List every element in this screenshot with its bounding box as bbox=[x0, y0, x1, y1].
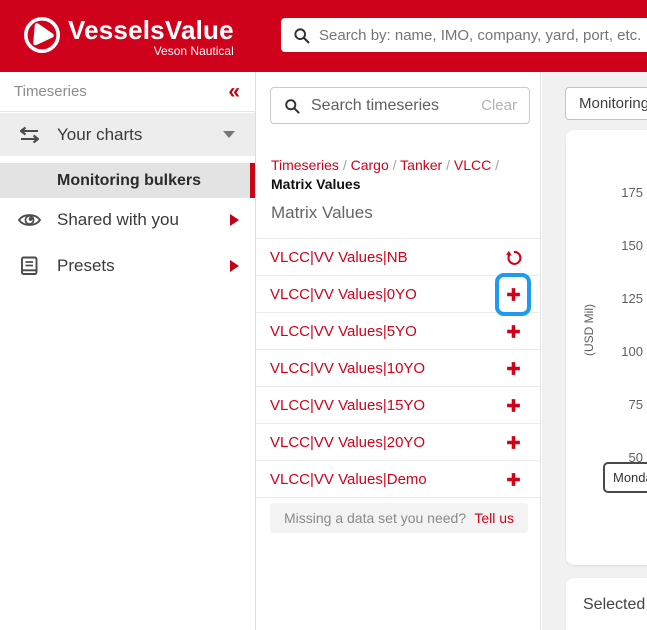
timeseries-browser-panel: Clear Timeseries / Cargo / Tanker / VLCC… bbox=[256, 72, 541, 630]
plus-icon bbox=[506, 472, 520, 486]
timeseries-row: VLCC|VV Values|15YO bbox=[256, 387, 540, 424]
chart-panel: Monitoring bulkers 175 150 125 100 75 50… bbox=[542, 72, 647, 630]
vesselsvalue-logo-icon bbox=[22, 15, 62, 55]
add-timeseries-button-highlighted[interactable] bbox=[495, 272, 531, 316]
highlight-box bbox=[495, 272, 531, 316]
missing-dataset-banner: Missing a data set you need? Tell us bbox=[270, 503, 528, 533]
swap-arrows-icon bbox=[16, 123, 42, 147]
y-axis-tick: 125 bbox=[621, 291, 643, 306]
sidebar-title: Timeseries bbox=[14, 83, 87, 100]
app-header: VesselsValue Veson Nautical bbox=[0, 0, 647, 72]
sidebar-item-label: Your charts bbox=[57, 124, 143, 144]
breadcrumb-separator: / bbox=[446, 157, 450, 173]
global-search-input[interactable] bbox=[319, 26, 647, 44]
breadcrumb: Timeseries / Cargo / Tanker / VLCC / Mat… bbox=[271, 156, 526, 194]
collapse-sidebar-icon[interactable]: « bbox=[228, 81, 240, 102]
add-timeseries-button[interactable] bbox=[496, 471, 530, 488]
y-axis-tick: 100 bbox=[621, 344, 643, 359]
breadcrumb-link-timeseries[interactable]: Timeseries bbox=[271, 157, 339, 173]
sidebar-item-label: Monitoring bulkers bbox=[57, 171, 201, 189]
missing-dataset-prompt: Missing a data set you need? bbox=[284, 510, 467, 526]
timeseries-row: VLCC|VV Values|20YO bbox=[256, 424, 540, 461]
breadcrumb-separator: / bbox=[342, 157, 347, 173]
timeseries-link[interactable]: VLCC|VV Values|20YO bbox=[270, 434, 496, 451]
chevron-right-icon bbox=[230, 260, 239, 272]
y-axis-tick: 75 bbox=[628, 397, 643, 412]
timeseries-row: VLCC|VV Values|0YO bbox=[256, 272, 540, 316]
sidebar-item-shared-with-you[interactable]: Shared with you bbox=[0, 198, 255, 242]
timeseries-row: VLCC|VV Values|5YO bbox=[256, 313, 540, 350]
search-icon bbox=[283, 97, 301, 115]
plus-icon bbox=[506, 398, 520, 412]
chart-tooltip: Monday bbox=[603, 462, 647, 493]
clear-search-button[interactable]: Clear bbox=[481, 97, 517, 114]
timeseries-row: VLCC|VV Values|NB bbox=[256, 239, 540, 276]
selected-timeseries-card: Selected timeseries bbox=[566, 578, 647, 630]
sidebar-item-monitoring-bulkers[interactable]: Monitoring bulkers bbox=[0, 163, 255, 198]
brand-name: VesselsValue bbox=[68, 15, 234, 45]
timeseries-link[interactable]: VLCC|VV Values|0YO bbox=[270, 286, 496, 303]
add-timeseries-button[interactable] bbox=[496, 397, 530, 414]
sidebar-item-presets[interactable]: Presets bbox=[0, 242, 255, 290]
y-axis-title: (USD Mil) bbox=[582, 304, 596, 356]
chart-selector-dropdown[interactable]: Monitoring bulkers bbox=[565, 87, 647, 120]
sidebar-header: Timeseries « bbox=[0, 72, 255, 112]
timeseries-row: VLCC|VV Values|10YO bbox=[256, 350, 540, 387]
timeseries-link[interactable]: VLCC|VV Values|15YO bbox=[270, 397, 496, 414]
add-timeseries-button[interactable] bbox=[496, 360, 530, 377]
add-timeseries-button[interactable] bbox=[496, 434, 530, 451]
selected-timeseries-heading: Selected timeseries bbox=[583, 596, 647, 613]
sidebar-item-label: Presets bbox=[57, 256, 115, 275]
global-search-bar[interactable] bbox=[281, 18, 647, 52]
sidebar-item-your-charts[interactable]: Your charts bbox=[0, 113, 255, 156]
timeseries-list: VLCC|VV Values|NB VLCC|VV Values|0YO VLC… bbox=[256, 238, 540, 498]
breadcrumb-link-tanker[interactable]: Tanker bbox=[400, 157, 442, 173]
tell-us-link[interactable]: Tell us bbox=[474, 510, 514, 526]
vesselsvalue-logo[interactable]: VesselsValue Veson Nautical bbox=[22, 15, 234, 58]
section-heading: Matrix Values bbox=[271, 203, 373, 222]
timeseries-search-bar[interactable]: Clear bbox=[270, 87, 530, 124]
book-icon bbox=[16, 254, 42, 278]
timeseries-link[interactable]: VLCC|VV Values|Demo bbox=[270, 471, 496, 488]
eye-icon bbox=[16, 209, 42, 231]
chart-card: 175 150 125 100 75 50 (USD Mil) Monday bbox=[566, 130, 647, 565]
plus-icon bbox=[506, 324, 520, 338]
breadcrumb-separator: / bbox=[495, 157, 500, 173]
timeseries-row: VLCC|VV Values|Demo bbox=[256, 461, 540, 498]
plus-icon bbox=[506, 435, 520, 449]
timeseries-search-input[interactable] bbox=[311, 96, 482, 115]
search-icon bbox=[292, 26, 311, 45]
y-axis-tick: 175 bbox=[621, 185, 643, 200]
breadcrumb-link-vlcc[interactable]: VLCC bbox=[454, 157, 491, 173]
sidebar: Timeseries « Your charts Monitoring bulk… bbox=[0, 72, 256, 630]
timeseries-link[interactable]: VLCC|VV Values|NB bbox=[270, 249, 496, 266]
plus-icon bbox=[506, 361, 520, 375]
breadcrumb-separator: / bbox=[392, 157, 397, 173]
undo-icon bbox=[505, 250, 521, 265]
undo-button[interactable] bbox=[496, 247, 530, 268]
breadcrumb-link-cargo[interactable]: Cargo bbox=[351, 157, 389, 173]
timeseries-link[interactable]: VLCC|VV Values|10YO bbox=[270, 360, 496, 377]
chevron-down-icon bbox=[223, 131, 235, 138]
y-axis-tick: 150 bbox=[621, 238, 643, 253]
sidebar-item-label: Shared with you bbox=[57, 210, 179, 229]
plus-icon bbox=[506, 287, 520, 301]
add-timeseries-button[interactable] bbox=[496, 323, 530, 340]
chevron-right-icon bbox=[230, 214, 239, 226]
brand-subtitle: Veson Nautical bbox=[153, 44, 234, 58]
breadcrumb-current: Matrix Values bbox=[271, 176, 361, 192]
timeseries-link[interactable]: VLCC|VV Values|5YO bbox=[270, 323, 496, 340]
